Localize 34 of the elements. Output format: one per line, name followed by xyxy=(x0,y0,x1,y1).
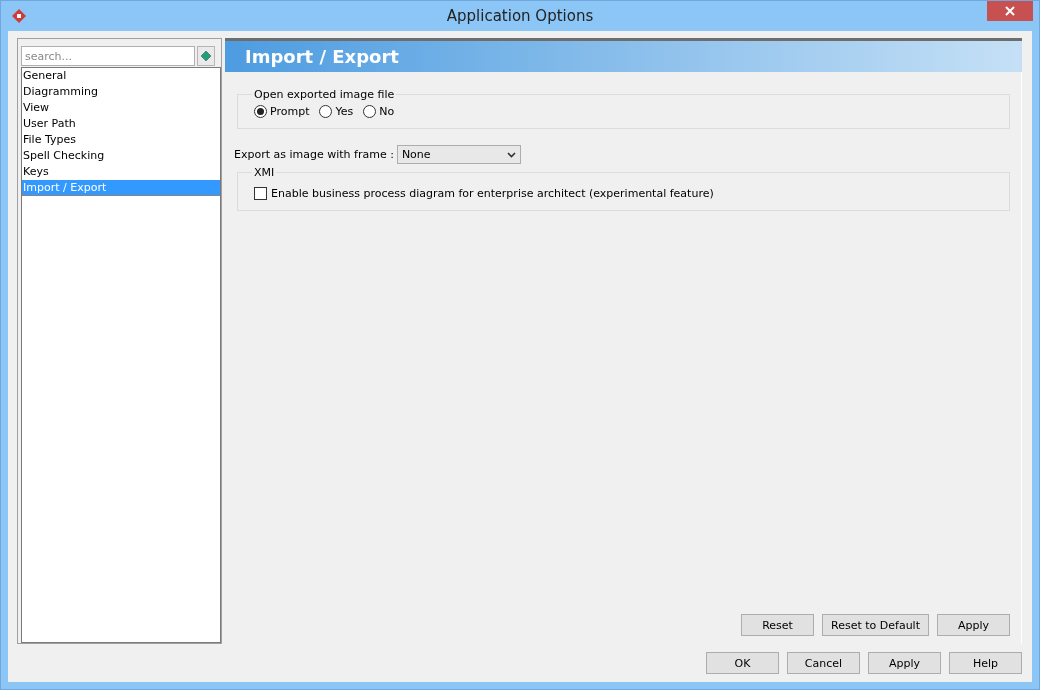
frame-label: Export as image with frame : xyxy=(234,148,394,161)
checkbox-option[interactable]: Enable business process diagram for enterprise architect (experimental feature) xyxy=(254,187,993,200)
radio-option[interactable]: No xyxy=(363,105,395,118)
clear-search-button[interactable] xyxy=(197,46,215,66)
window-title: Application Options xyxy=(446,7,594,25)
checkbox[interactable] xyxy=(254,187,267,200)
category-item[interactable]: View xyxy=(22,100,220,116)
category-item[interactable]: User Path xyxy=(22,116,220,132)
app-logo-icon xyxy=(11,8,27,24)
frame-dropdown[interactable]: None xyxy=(396,145,521,164)
dialog-button[interactable]: Apply xyxy=(868,652,941,674)
category-item[interactable]: General xyxy=(22,68,220,84)
radio-option[interactable]: Yes xyxy=(319,105,354,118)
radio-button[interactable] xyxy=(254,105,267,118)
dialog-button[interactable]: Cancel xyxy=(787,652,860,674)
radio-button[interactable] xyxy=(363,105,377,118)
group-title: XMI xyxy=(253,166,276,179)
panel-header: Import / Export xyxy=(225,41,1022,72)
radio-button[interactable] xyxy=(319,105,333,118)
category-item[interactable]: Keys xyxy=(22,164,220,180)
radio-option[interactable]: Prompt xyxy=(254,105,310,118)
chevron-down-icon xyxy=(506,151,516,158)
group-title: Open exported image file xyxy=(253,88,396,101)
dialog-button[interactable]: OK xyxy=(706,652,779,674)
panel-button[interactable]: Reset to Default xyxy=(822,614,929,636)
category-item[interactable]: Spell Checking xyxy=(22,148,220,164)
panel-button[interactable]: Reset xyxy=(741,614,815,636)
category-item[interactable]: File Types xyxy=(22,132,220,148)
panel-button[interactable]: Apply xyxy=(937,614,1010,636)
close-button[interactable] xyxy=(987,1,1033,21)
close-icon xyxy=(1005,6,1015,16)
category-item[interactable]: Diagramming xyxy=(22,84,220,100)
search-field[interactable]: search... xyxy=(21,46,195,66)
dialog-button[interactable]: Help xyxy=(949,652,1022,674)
